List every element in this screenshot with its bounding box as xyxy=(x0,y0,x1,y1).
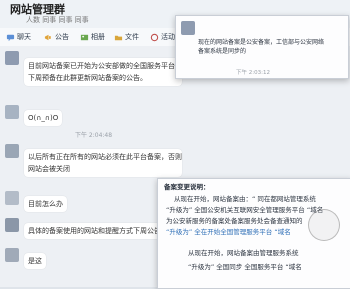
message-text: 目前怎么办 xyxy=(28,200,63,208)
overlay-notice-card: 备案变更说明： 从现在开始，网站备案由：“ 同在都网站管理系统 “升级为” 全国… xyxy=(157,178,350,289)
notice-line: “升级为” 全国同步 全国服务平台 “域名 xyxy=(188,263,302,271)
message-text: 是这 xyxy=(28,257,42,265)
message-text: 具体的备案使用的网站和提醒方式下周公告 xyxy=(28,227,161,235)
overlay-text: 现在的网站备案是公安备案，工信部与公安网络 xyxy=(198,39,325,46)
message-bubble: 目前网站备案已开始为公安部做的全国服务平台 下周预备在此群更新网站备案的公告。 xyxy=(24,58,182,86)
message-bubble: 目前怎么办 xyxy=(24,196,67,212)
avatar[interactable] xyxy=(5,218,19,232)
tab-chat[interactable]: 聊天 xyxy=(6,31,31,43)
message-text: 目前网站备案已开始为公安部做的全国服务平台 xyxy=(28,62,175,70)
avatar[interactable] xyxy=(5,51,19,65)
avatar xyxy=(181,21,195,35)
message-bubble: O(∩_∩)O xyxy=(24,110,63,126)
tab-chat-label: 聊天 xyxy=(17,33,31,41)
message-bubble: 具体的备案使用的网站和提醒方式下周公告 xyxy=(24,223,165,239)
tab-activity-label: 活动 xyxy=(161,33,175,41)
tab-files[interactable]: 文件 xyxy=(114,31,139,43)
notice-line: 为公安新服务的备案处备案服务处会备查通知的 xyxy=(166,217,303,225)
message-text: O(∩_∩)O xyxy=(28,114,59,122)
activity-icon xyxy=(150,33,159,41)
message-text: 下周预备在此群更新网站备案的公告。 xyxy=(28,74,147,82)
announcement-icon xyxy=(44,34,51,40)
folder-icon xyxy=(114,35,123,40)
stamp-icon xyxy=(308,209,340,241)
avatar[interactable] xyxy=(5,144,19,158)
overlay-text: 备案系统是同步的 xyxy=(198,48,247,55)
avatar[interactable] xyxy=(5,248,19,262)
notice-line: 从现在开始，网站备案由管理服务系统 xyxy=(188,249,299,257)
avatar[interactable] xyxy=(5,191,19,205)
message-bubble: 以后所有正在所有的网站必须在此平台备案，否则 网站会被关闭 xyxy=(24,149,182,177)
message-bubble: 是这 xyxy=(24,253,46,269)
album-icon xyxy=(80,34,89,40)
tab-activity[interactable]: 活动 xyxy=(150,31,175,43)
chat-icon xyxy=(6,34,15,41)
group-chat-window: 网站管理群 人数 同事 同事 同事 聊天 公告 相册 文件 活动 目前网站备案已… xyxy=(0,0,350,289)
notice-line: 从现在开始，网站备案由：“ 同在都网站管理系统 xyxy=(174,195,316,203)
tab-announcement[interactable]: 公告 xyxy=(44,31,69,43)
avatar[interactable] xyxy=(5,105,19,119)
overlay-timestamp: 下午 2:03:12 xyxy=(236,70,270,76)
tab-album[interactable]: 相册 xyxy=(80,31,105,43)
notice-heading: 备案变更说明： xyxy=(164,183,210,191)
tab-files-label: 文件 xyxy=(125,33,139,41)
tab-announcement-label: 公告 xyxy=(55,33,69,41)
overlay-message-card: 现在的网站备案是公安备案，工信部与公安网络 备案系统是同步的 下午 2:03:1… xyxy=(175,15,349,79)
message-text: 网站会被关闭 xyxy=(28,165,70,173)
message-text: 以后所有正在所有的网站必须在此平台备案，否则 xyxy=(28,153,182,161)
notice-line: “升级为” 全在开始全国管理服务平台 “域名 xyxy=(166,228,291,236)
message-timestamp: 下午 2:04:48 xyxy=(75,132,113,139)
tab-album-label: 相册 xyxy=(91,33,105,41)
group-subtitle: 人数 同事 同事 同事 xyxy=(26,16,89,24)
notice-line: “升级为” 全国公安机关互联网安全管理服务平台 “域名 xyxy=(166,206,324,214)
